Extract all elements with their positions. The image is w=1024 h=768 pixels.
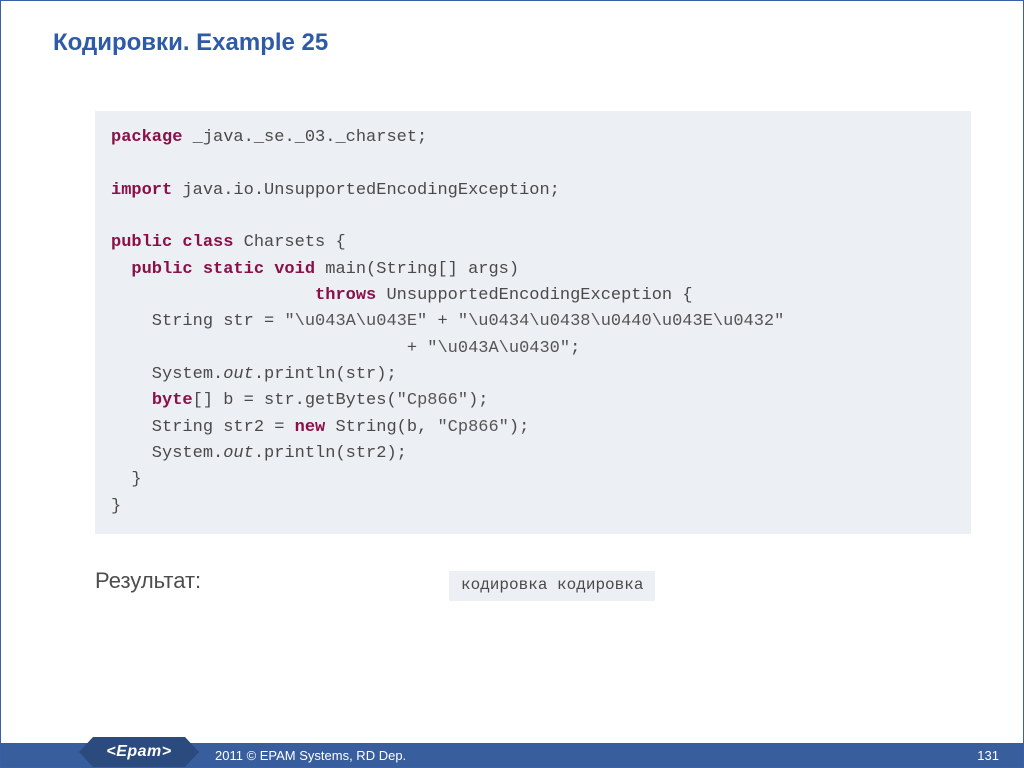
code-text: [] b = str.getBytes( <box>193 391 397 410</box>
slide: Кодировки. Example 25 package _java._se.… <box>0 0 1024 768</box>
kw-byte: byte <box>152 391 193 410</box>
kw-public-static-void: public static void <box>131 260 315 279</box>
kw-package: package <box>111 128 182 147</box>
code-block: package _java._se._03._charset; import j… <box>95 111 971 534</box>
code-text: String(b, <box>325 418 437 437</box>
field-out: out <box>223 365 254 384</box>
output-line: кодировка <box>557 576 643 594</box>
code-text <box>111 391 152 410</box>
string-literal: "Cp866" <box>397 391 468 410</box>
code-text: main(String[] args) <box>315 260 519 279</box>
kw-throws: throws <box>315 286 376 305</box>
code-text: + <box>111 339 427 358</box>
code-text: ); <box>468 391 488 410</box>
code-text: UnsupportedEncodingException { <box>376 286 692 305</box>
code-text: System. <box>111 444 223 463</box>
field-out: out <box>223 444 254 463</box>
code-text: System. <box>111 365 223 384</box>
code-text: + <box>427 312 458 331</box>
code-text: String str2 = <box>111 418 295 437</box>
footer-brand-text: <Epam> <box>106 743 171 761</box>
code-text: java.io.UnsupportedEncodingException; <box>172 181 560 200</box>
kw-import: import <box>111 181 172 200</box>
code-text: Charsets { <box>233 233 345 252</box>
code-text <box>111 286 315 305</box>
footer-logo: <Epam> <box>93 737 185 767</box>
code-text: .println(str); <box>254 365 397 384</box>
output-box: кодировка кодировка <box>449 571 655 601</box>
code-text: String str = <box>111 312 284 331</box>
code-text: .println(str2); <box>254 444 407 463</box>
string-literal: "\u0434\u0438\u0440\u043E\u0432" <box>458 312 784 331</box>
code-text <box>111 260 131 279</box>
code-text: ); <box>509 418 529 437</box>
slide-title: Кодировки. Example 25 <box>1 1 1023 57</box>
code-text: ; <box>570 339 580 358</box>
string-literal: "\u043A\u043E" <box>284 312 427 331</box>
code-text: _java._se._03._charset; <box>182 128 427 147</box>
output-line: кодировка <box>461 576 547 594</box>
string-literal: "\u043A\u0430" <box>427 339 570 358</box>
kw-public-class: public class <box>111 233 233 252</box>
footer: <Epam> 2011 © EPAM Systems, RD Dep. 131 <box>1 737 1023 767</box>
code-text: } <box>111 497 121 516</box>
string-literal: "Cp866" <box>437 418 508 437</box>
footer-copyright: 2011 © EPAM Systems, RD Dep. <box>215 748 406 763</box>
footer-page-number: 131 <box>977 748 999 763</box>
code-text: } <box>111 470 142 489</box>
kw-new: new <box>295 418 326 437</box>
